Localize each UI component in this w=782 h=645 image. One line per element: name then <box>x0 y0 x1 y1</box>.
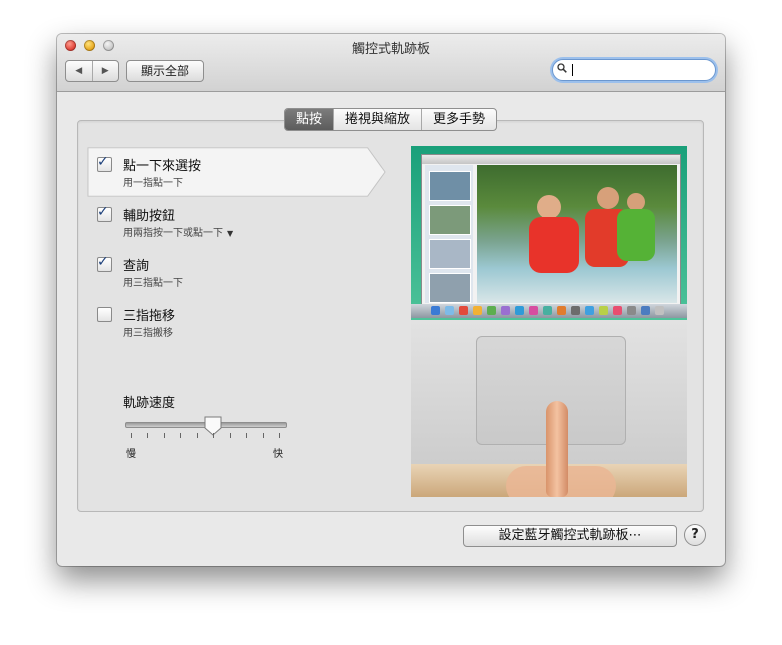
setup-bluetooth-trackpad-button[interactable]: 設定藍牙觸控式軌跡板⋯ <box>463 525 677 547</box>
tab-bar: 點按 捲視與縮放 更多手勢 <box>284 108 498 131</box>
window-title: 觸控式軌跡板 <box>351 42 430 57</box>
gesture-preview-video <box>411 146 687 497</box>
option-look-up[interactable]: ✓ 查詢 用三指點一下 <box>97 254 377 291</box>
look-up-checkbox[interactable]: ✓ <box>97 254 112 272</box>
help-button[interactable]: ? <box>684 524 706 546</box>
option-subtitle: 用一指點一下 <box>123 178 183 189</box>
slider-tick <box>197 433 198 438</box>
slider-tick <box>230 433 231 438</box>
tab-click[interactable]: 點按 <box>285 109 335 130</box>
slider-tick <box>279 433 280 438</box>
option-tap-to-click[interactable]: ✓ 點一下來選按 用一指點一下 <box>97 154 377 191</box>
title-bar: 觸控式軌跡板 ◀ ▶ 顯示全部 <box>57 34 725 92</box>
back-button[interactable]: ◀ <box>66 61 93 81</box>
slider-min-label: 慢 <box>126 449 136 460</box>
preview-app-toolbar <box>422 155 680 164</box>
search-icon <box>557 63 567 73</box>
slider-max-label: 快 <box>273 449 283 460</box>
preview-photo <box>477 165 677 303</box>
tab-scroll-zoom[interactable]: 捲視與縮放 <box>334 109 423 130</box>
search-field[interactable] <box>552 59 716 81</box>
option-title: 三指拖移 <box>123 309 176 324</box>
checkmark-icon: ✓ <box>97 154 109 170</box>
option-subtitle: 用三指點一下 <box>123 278 183 289</box>
preview-app-window <box>421 154 681 306</box>
slider-ticks <box>131 433 280 439</box>
slider-tick <box>131 433 132 438</box>
slider-tick <box>164 433 165 438</box>
checkmark-icon: ✓ <box>97 254 109 270</box>
slider-tick <box>180 433 181 438</box>
secondary-click-menu-label: 用兩指按一下或點一下 <box>123 228 223 239</box>
back-arrow-icon: ◀ <box>75 66 83 76</box>
slider-tick <box>213 433 214 438</box>
preview-finger <box>546 401 568 497</box>
preferences-window: 觸控式軌跡板 ◀ ▶ 顯示全部 點按 捲視與縮放 更多手勢 ✓ 點一下來選按 用… <box>57 34 725 566</box>
preview-sidebar <box>425 165 473 303</box>
option-title: 輔助按鈕 <box>123 209 176 224</box>
dropdown-triangle-icon[interactable]: ▼ <box>227 229 233 238</box>
option-three-finger-drag[interactable]: 三指拖移 用三指搬移 <box>97 305 377 341</box>
tap-to-click-checkbox[interactable]: ✓ <box>97 154 112 172</box>
three-finger-drag-checkbox[interactable] <box>97 307 112 322</box>
tab-more-gestures[interactable]: 更多手勢 <box>422 109 496 130</box>
option-subtitle: 用三指搬移 <box>123 328 173 339</box>
option-title: 查詢 <box>123 259 150 274</box>
navigation-buttons: ◀ ▶ <box>65 60 119 82</box>
preview-screen <box>411 146 687 320</box>
slider-tick <box>147 433 148 438</box>
option-secondary-click[interactable]: ✓ 輔助按鈕 用兩指按一下或點一下 ▼ <box>97 204 377 241</box>
forward-button[interactable]: ▶ <box>93 61 119 81</box>
show-all-button[interactable]: 顯示全部 <box>126 60 204 82</box>
slider-tick <box>246 433 247 438</box>
slider-tick <box>263 433 264 438</box>
text-cursor <box>572 64 573 76</box>
checkmark-icon: ✓ <box>97 204 109 220</box>
option-subtitle[interactable]: 用兩指按一下或點一下 ▼ <box>123 224 233 239</box>
forward-arrow-icon: ▶ <box>101 66 109 76</box>
option-title: 點一下來選按 <box>123 159 202 174</box>
tracking-speed-label: 軌跡速度 <box>123 396 176 411</box>
secondary-click-checkbox[interactable]: ✓ <box>97 204 112 222</box>
